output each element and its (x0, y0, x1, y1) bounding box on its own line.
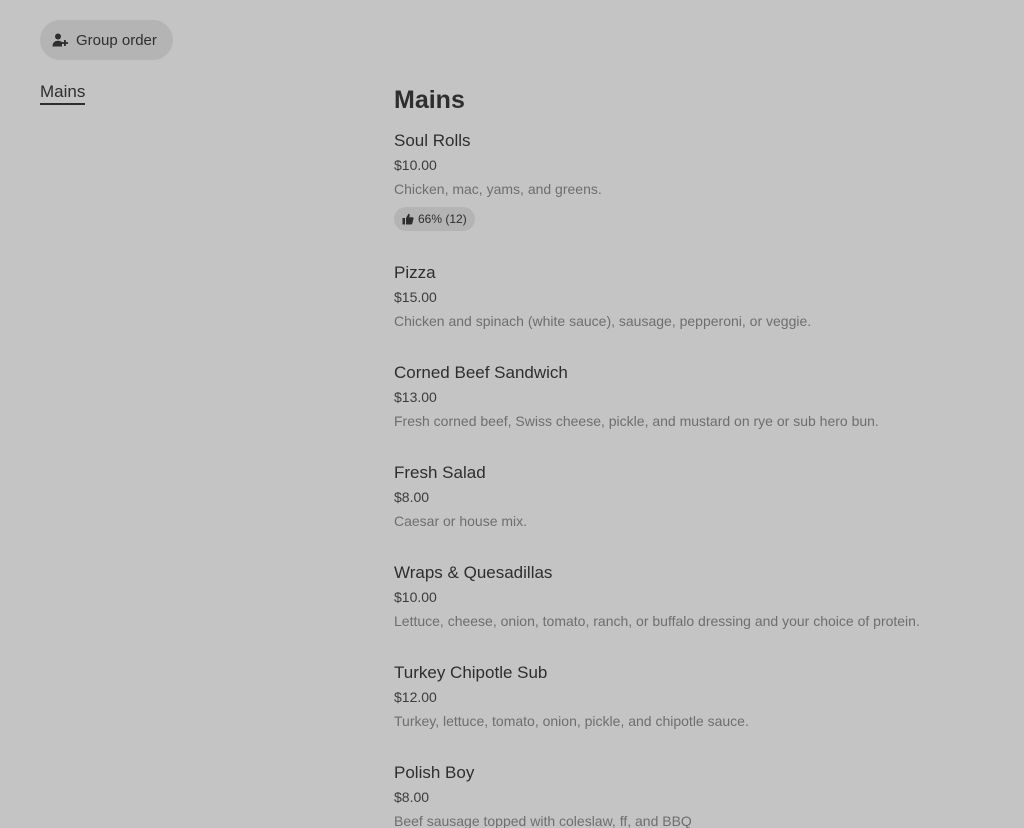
group-order-label: Group order (76, 31, 157, 49)
menu-item[interactable]: Pizza $15.00 Chicken and spinach (white … (394, 262, 994, 362)
item-name: Wraps & Quesadillas (394, 563, 553, 582)
menu-item[interactable]: Wraps & Quesadillas $10.00 Lettuce, chee… (394, 562, 994, 662)
item-price: $8.00 (394, 789, 430, 805)
item-name: Pizza (394, 263, 436, 282)
category-nav-item-mains[interactable]: Mains (40, 82, 86, 105)
item-description: Fresh corned beef, Swiss cheese, pickle,… (394, 413, 879, 429)
menu-item[interactable]: Turkey Chipotle Sub $12.00 Turkey, lettu… (394, 662, 994, 762)
item-name: Turkey Chipotle Sub (394, 663, 548, 682)
thumbs-up-icon (402, 213, 414, 225)
item-price: $8.00 (394, 489, 430, 505)
item-price: $10.00 (394, 157, 437, 173)
section-title: Mains (394, 86, 465, 114)
item-price: $10.00 (394, 589, 437, 605)
item-description: Beef sausage topped with coleslaw, ff, a… (394, 813, 692, 828)
menu-item[interactable]: Fresh Salad $8.00 Caesar or house mix. (394, 462, 994, 562)
item-description: Chicken, mac, yams, and greens. (394, 181, 602, 197)
menu-item[interactable]: Soul Rolls $10.00 Chicken, mac, yams, an… (394, 130, 994, 262)
rating-badge: 66% (12) (394, 207, 475, 231)
item-name: Corned Beef Sandwich (394, 363, 568, 382)
item-name: Fresh Salad (394, 463, 486, 482)
group-order-button[interactable]: Group order (40, 20, 173, 60)
item-name: Soul Rolls (394, 131, 471, 150)
item-name: Polish Boy (394, 763, 475, 782)
menu-item[interactable]: Corned Beef Sandwich $13.00 Fresh corned… (394, 362, 994, 462)
item-price: $12.00 (394, 689, 437, 705)
menu-item[interactable]: Polish Boy $8.00 Beef sausage topped wit… (394, 762, 994, 828)
item-price: $15.00 (394, 289, 437, 305)
item-description: Caesar or house mix. (394, 513, 528, 529)
add-person-icon (52, 32, 68, 48)
category-nav: Mains (40, 82, 86, 105)
store-menu-page: Group order Mains Mains Soul Rolls $10.0… (0, 0, 1024, 828)
item-description: Lettuce, cheese, onion, tomato, ranch, o… (394, 613, 920, 629)
item-description: Chicken and spinach (white sauce), sausa… (394, 313, 812, 329)
item-description: Turkey, lettuce, tomato, onion, pickle, … (394, 713, 749, 729)
menu-section: Mains Soul Rolls $10.00 Chicken, mac, ya… (394, 84, 994, 828)
rating-text: 66% (12) (418, 212, 467, 226)
item-price: $13.00 (394, 389, 437, 405)
